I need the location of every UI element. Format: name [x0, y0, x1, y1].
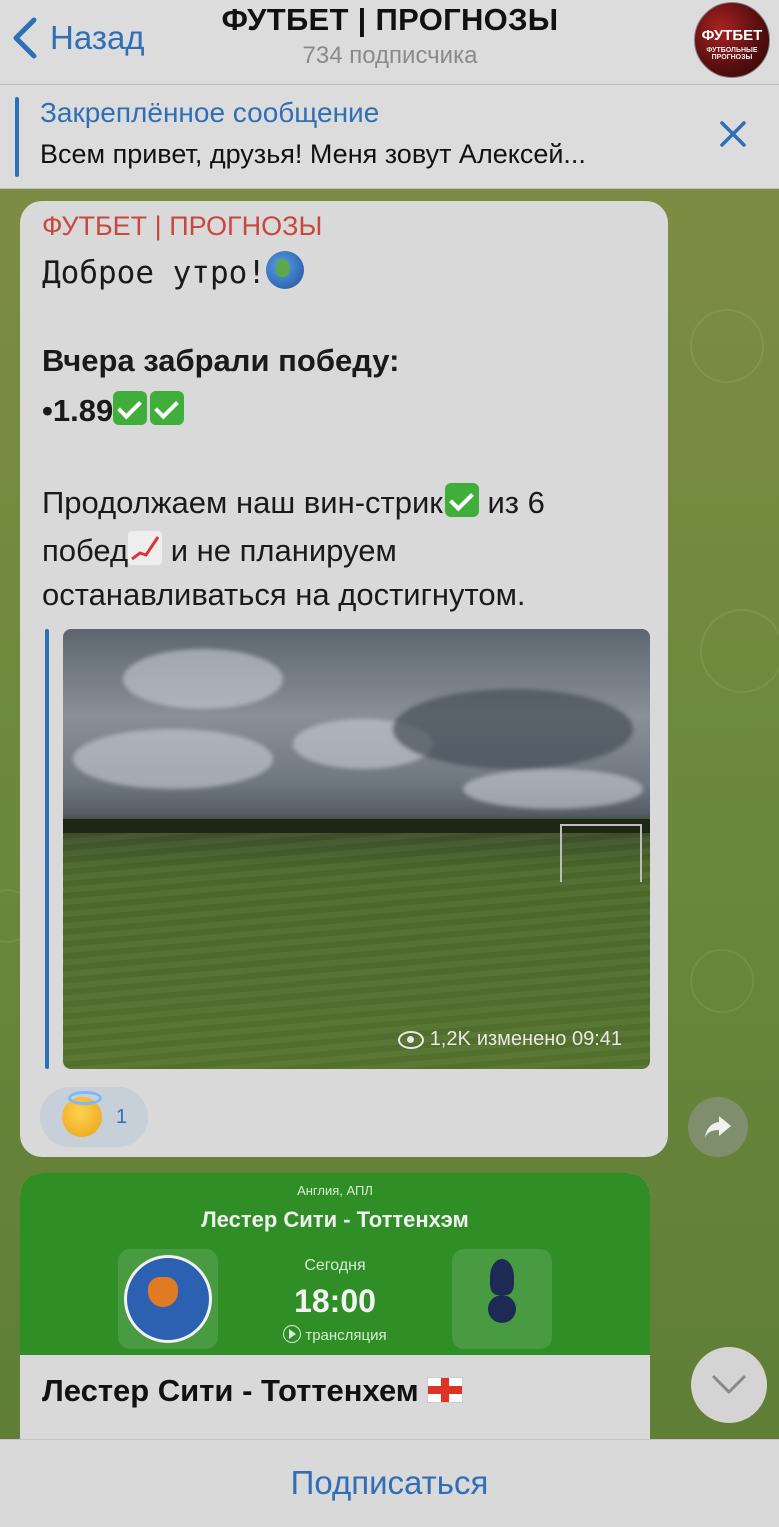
photo-goal	[560, 824, 642, 882]
avatar-logo-text: ФУТБЕТ	[701, 27, 763, 44]
odds-value: •1.89	[42, 393, 114, 428]
reaction-count: 1	[116, 1105, 128, 1128]
chart-increasing-icon	[128, 531, 163, 565]
photo-cloud	[463, 769, 643, 809]
match-day: Сегодня	[304, 1257, 366, 1274]
play-icon	[283, 1325, 302, 1343]
match-card[interactable]: Англия, АПЛ Лестер Сити - Тоттенхэм Сего…	[20, 1173, 650, 1439]
message-greeting: Доброе утро!	[42, 251, 304, 291]
channel-avatar[interactable]: ФУТБЕТ ФУТБОЛЬНЫЕ ПРОГНОЗЫ	[694, 2, 770, 78]
channel-header: Назад ФУТБЕТ | ПРОГНОЗЫ 734 подписчика Ф…	[0, 0, 779, 85]
share-button[interactable]	[688, 1097, 748, 1157]
photo-cloud	[393, 689, 633, 769]
message-heading: Вчера забрали победу:	[42, 343, 400, 378]
globe-icon	[265, 251, 304, 289]
greeting-text: Доброе утро!	[42, 255, 266, 291]
message-photo[interactable]: 1,2K изменено 09:41	[63, 629, 650, 1069]
match-time: 18:00	[294, 1283, 376, 1319]
edited-time: изменено 09:41	[476, 1028, 622, 1050]
message-bubble[interactable]: ФУТБЕТ | ПРОГНОЗЫ Доброе утро! Вчера заб…	[20, 201, 668, 1157]
footer-bar: Подписаться	[0, 1439, 779, 1527]
match-title: Лестер Сити - Тоттенхэм	[201, 1207, 469, 1232]
photo-meta: 1,2K изменено 09:41	[397, 1028, 622, 1051]
pinned-title: Закреплённое сообщение	[40, 97, 380, 128]
message-body-line-3: останавливаться на достигнутом.	[42, 577, 526, 612]
body-text: Продолжаем наш вин-стрик	[42, 485, 443, 520]
check-icon	[444, 483, 479, 517]
body-text: из 6	[478, 485, 545, 520]
stream-label: трансляция	[305, 1327, 387, 1344]
message-body-line-1: Продолжаем наш вин-стрик из 6	[42, 483, 545, 521]
scroll-down-button[interactable]	[691, 1347, 767, 1423]
subscribe-button[interactable]: Подписаться	[0, 1464, 779, 1502]
match-heading-text: Лестер Сити - Тоттенхем	[42, 1373, 419, 1408]
check-icon	[150, 391, 185, 425]
subscriber-count: 734 подписчика	[302, 42, 478, 69]
stream-link[interactable]: трансляция	[20, 1325, 650, 1344]
media-quote-bar	[45, 629, 49, 1069]
match-heading: Лестер Сити - Тоттенхем	[42, 1373, 463, 1409]
chevron-left-icon	[13, 17, 37, 59]
doodle-pattern	[690, 309, 764, 383]
body-text: побед	[42, 533, 129, 568]
chevron-down-icon	[712, 1375, 746, 1394]
doodle-pattern	[700, 609, 779, 693]
body-text: и не планируем	[162, 533, 397, 568]
message-body-line-2: побед и не планируем	[42, 531, 397, 569]
channel-title: ФУТБЕТ | ПРОГНОЗЫ	[221, 2, 559, 37]
doodle-pattern	[690, 949, 754, 1013]
back-label: Назад	[50, 19, 145, 56]
angel-emoji-icon	[62, 1091, 102, 1137]
avatar-logo-subtext: ФУТБОЛЬНЫЕ ПРОГНОЗЫ	[706, 47, 758, 61]
photo-cloud	[73, 729, 273, 789]
photo-cloud	[123, 649, 283, 709]
back-button[interactable]: Назад	[10, 10, 145, 66]
pinned-indicator	[15, 97, 19, 177]
league-label: Англия, АПЛ	[297, 1183, 373, 1198]
message-odds: •1.89	[42, 391, 185, 429]
match-banner: Англия, АПЛ Лестер Сити - Тоттенхэм Сего…	[20, 1173, 650, 1355]
reaction-chip[interactable]: 1	[40, 1087, 148, 1147]
view-count: 1,2K	[429, 1028, 471, 1050]
share-icon	[705, 1116, 731, 1138]
channel-title-block[interactable]: ФУТБЕТ | ПРОГНОЗЫ 734 подписчика	[150, 2, 630, 70]
pinned-text: Всем привет, друзья! Меня зовут Алексей.…	[40, 139, 586, 169]
pinned-message-bar[interactable]: Закреплённое сообщение Всем привет, друз…	[0, 85, 779, 189]
message-author[interactable]: ФУТБЕТ | ПРОГНОЗЫ	[42, 211, 322, 242]
eye-icon	[397, 1030, 424, 1049]
england-flag-icon	[426, 1377, 463, 1403]
close-icon[interactable]	[716, 117, 750, 151]
check-icon	[113, 391, 148, 425]
